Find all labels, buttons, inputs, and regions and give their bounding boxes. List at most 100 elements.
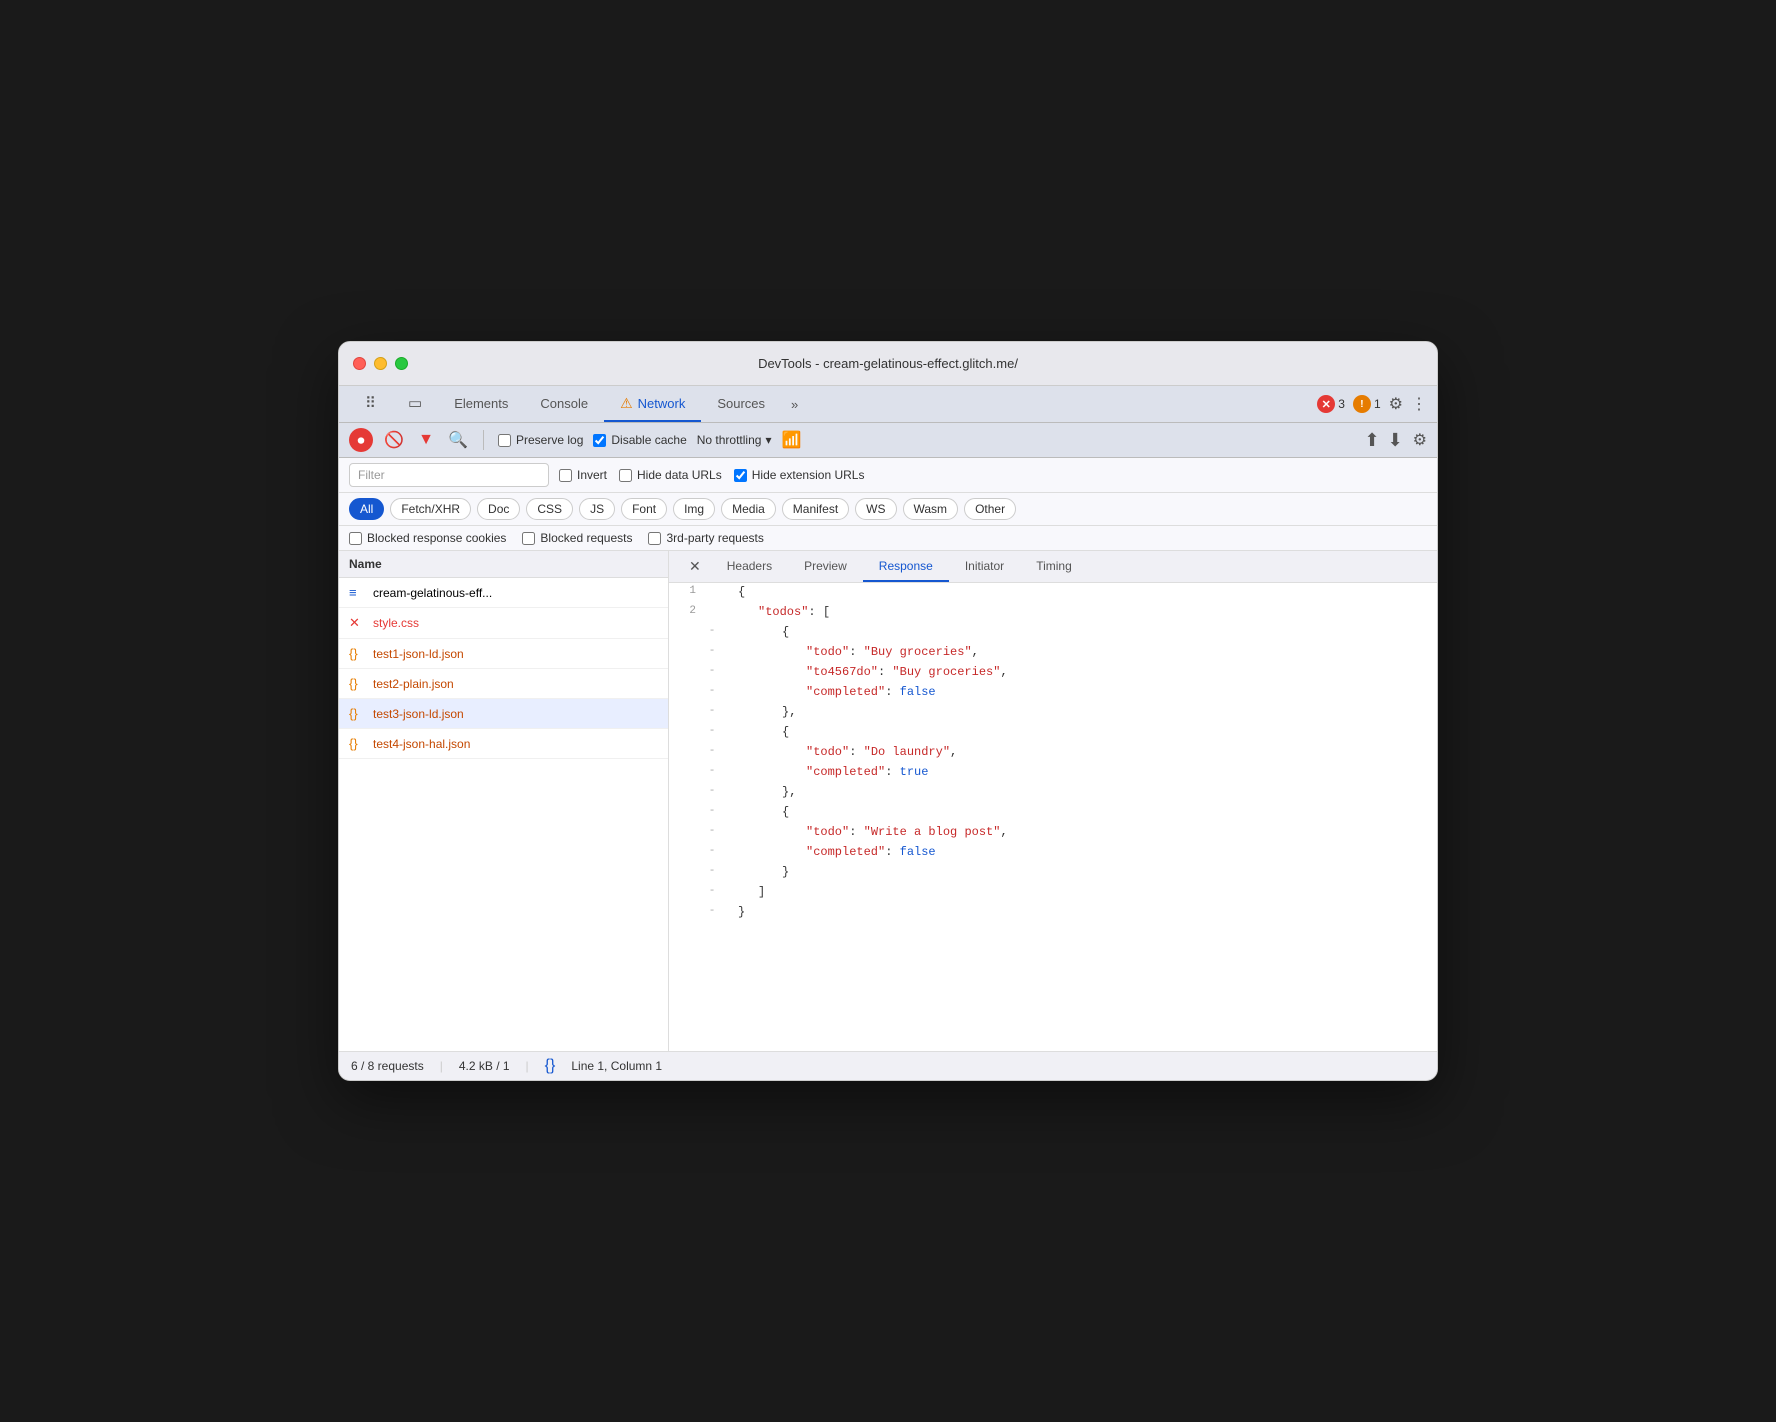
resource-btn-font[interactable]: Font bbox=[621, 498, 667, 520]
devtools-settings-icon[interactable]: ⚙ bbox=[1389, 394, 1403, 414]
minimize-button[interactable] bbox=[374, 357, 387, 370]
response-panel: ✕ Headers Preview Response Initiator Tim… bbox=[669, 551, 1437, 1051]
clear-button[interactable]: 🚫 bbox=[383, 429, 405, 451]
network-settings-icon[interactable]: ⚙ bbox=[1413, 430, 1427, 450]
disable-cache-checkbox[interactable] bbox=[593, 434, 606, 447]
filter-input[interactable] bbox=[349, 463, 549, 487]
hide-data-urls-checkbox[interactable] bbox=[619, 469, 632, 482]
disable-cache-label[interactable]: Disable cache bbox=[593, 433, 686, 447]
blocked-cookies-checkbox[interactable] bbox=[349, 532, 362, 545]
titlebar: DevTools - cream-gelatinous-effect.glitc… bbox=[339, 342, 1437, 386]
controls-bar: ⏺ 🚫 ▼ 🔍 Preserve log Disable cache No th… bbox=[339, 423, 1437, 458]
third-party-label[interactable]: 3rd-party requests bbox=[648, 531, 763, 545]
resource-bar: All Fetch/XHR Doc CSS JS Font Img Media … bbox=[339, 493, 1437, 526]
file-item-test2-name: test2-plain.json bbox=[373, 677, 454, 691]
code-text-15: } bbox=[734, 863, 1437, 881]
network-conditions-icon[interactable]: 📶 bbox=[781, 430, 801, 450]
tab-sources[interactable]: Sources bbox=[701, 388, 781, 421]
tab-elements[interactable]: Elements bbox=[438, 388, 524, 421]
line-dash-10: - bbox=[704, 763, 720, 779]
panel-close-button[interactable]: ✕ bbox=[679, 551, 711, 582]
throttle-select[interactable]: No throttling ▾ bbox=[697, 433, 772, 447]
invert-checkbox[interactable] bbox=[559, 469, 572, 482]
file-item-main[interactable]: ≡ cream-gelatinous-eff... bbox=[339, 578, 668, 608]
tab-cursor[interactable]: ⠿ bbox=[349, 386, 392, 422]
panel-tab-initiator[interactable]: Initiator bbox=[949, 552, 1020, 582]
panel-tab-timing[interactable]: Timing bbox=[1020, 552, 1088, 582]
file-list: Name ≡ cream-gelatinous-eff... ✕ style.c… bbox=[339, 551, 669, 1051]
file-item-style[interactable]: ✕ style.css bbox=[339, 608, 668, 639]
resource-btn-img[interactable]: Img bbox=[673, 498, 715, 520]
invert-label[interactable]: Invert bbox=[559, 468, 607, 482]
tab-more[interactable]: » bbox=[781, 389, 808, 420]
resource-btn-js[interactable]: JS bbox=[579, 498, 615, 520]
response-content[interactable]: 1 { 2 "todos": [ - { bbox=[669, 583, 1437, 1051]
blocked-requests-label[interactable]: Blocked requests bbox=[522, 531, 632, 545]
line-dash-9: - bbox=[704, 743, 720, 759]
resource-btn-manifest[interactable]: Manifest bbox=[782, 498, 849, 520]
devtools-more-icon[interactable]: ⋮ bbox=[1411, 394, 1427, 414]
preserve-log-checkbox[interactable] bbox=[498, 434, 511, 447]
file-item-test1-name: test1-json-ld.json bbox=[373, 647, 464, 661]
hide-data-urls-text: Hide data URLs bbox=[637, 468, 722, 482]
file-item-test2[interactable]: {} test2-plain.json bbox=[339, 669, 668, 699]
error-icon-orange: ! bbox=[1353, 395, 1371, 413]
line-num-7 bbox=[669, 703, 704, 707]
panel-tab-headers[interactable]: Headers bbox=[711, 552, 788, 582]
file-item-test4[interactable]: {} test4-json-hal.json bbox=[339, 729, 668, 759]
extra-filters: Blocked response cookies Blocked request… bbox=[339, 526, 1437, 551]
search-button[interactable]: 🔍 bbox=[447, 429, 469, 451]
code-text-6: "completed": false bbox=[734, 683, 1437, 701]
third-party-checkbox[interactable] bbox=[648, 532, 661, 545]
resource-btn-other[interactable]: Other bbox=[964, 498, 1016, 520]
network-warning-icon: ⚠ bbox=[620, 395, 633, 412]
maximize-button[interactable] bbox=[395, 357, 408, 370]
tab-network[interactable]: ⚠ Network bbox=[604, 387, 701, 422]
resource-btn-fetch[interactable]: Fetch/XHR bbox=[390, 498, 471, 520]
export-icon[interactable]: ⬇ bbox=[1388, 430, 1403, 451]
panel-tab-response[interactable]: Response bbox=[863, 552, 949, 582]
tab-console[interactable]: Console bbox=[524, 388, 604, 421]
tab-device[interactable]: ▭ bbox=[392, 386, 438, 422]
code-text-17: } bbox=[734, 903, 1437, 921]
line-num-11 bbox=[669, 783, 704, 787]
filter-button[interactable]: ▼ bbox=[415, 429, 437, 451]
file-item-test1[interactable]: {} test1-json-ld.json bbox=[339, 639, 668, 669]
hide-extension-urls-label[interactable]: Hide extension URLs bbox=[734, 468, 865, 482]
preserve-log-label[interactable]: Preserve log bbox=[498, 433, 583, 447]
resource-btn-wasm[interactable]: Wasm bbox=[903, 498, 959, 520]
blocked-requests-checkbox[interactable] bbox=[522, 532, 535, 545]
import-icon[interactable]: ⬆ bbox=[1364, 430, 1379, 451]
resource-btn-media[interactable]: Media bbox=[721, 498, 776, 520]
code-text-2: "todos": [ bbox=[734, 603, 1437, 621]
code-text-14: "completed": false bbox=[734, 843, 1437, 861]
json-icon-2: {} bbox=[349, 676, 365, 691]
line-dash-14: - bbox=[704, 843, 720, 859]
error-count-orange-label: 1 bbox=[1374, 397, 1381, 411]
code-text-7: }, bbox=[734, 703, 1437, 721]
device-icon: ▭ bbox=[408, 394, 422, 412]
blocked-cookies-label[interactable]: Blocked response cookies bbox=[349, 531, 506, 545]
resource-btn-ws[interactable]: WS bbox=[855, 498, 896, 520]
throttle-label: No throttling bbox=[697, 433, 762, 447]
format-icon[interactable]: {} bbox=[545, 1057, 556, 1075]
file-item-test3[interactable]: {} test3-json-ld.json bbox=[339, 699, 668, 729]
hide-extension-urls-checkbox[interactable] bbox=[734, 469, 747, 482]
code-text-1: { bbox=[734, 583, 1437, 601]
close-button[interactable] bbox=[353, 357, 366, 370]
hide-data-urls-label[interactable]: Hide data URLs bbox=[619, 468, 722, 482]
resource-btn-all[interactable]: All bbox=[349, 498, 384, 520]
window-title: DevTools - cream-gelatinous-effect.glitc… bbox=[758, 356, 1018, 371]
resource-btn-css[interactable]: CSS bbox=[526, 498, 573, 520]
code-line-1: 1 { bbox=[669, 583, 1437, 603]
tab-right: ✕ 3 ! 1 ⚙ ⋮ bbox=[1317, 394, 1427, 414]
traffic-lights bbox=[353, 357, 408, 370]
record-button[interactable]: ⏺ bbox=[349, 428, 373, 452]
panel-tab-preview[interactable]: Preview bbox=[788, 552, 863, 582]
code-line-17: - } bbox=[669, 903, 1437, 923]
resource-btn-doc[interactable]: Doc bbox=[477, 498, 520, 520]
line-num-1: 1 bbox=[669, 583, 704, 599]
code-text-3: { bbox=[734, 623, 1437, 641]
line-dash-15: - bbox=[704, 863, 720, 879]
code-text-10: "completed": true bbox=[734, 763, 1437, 781]
